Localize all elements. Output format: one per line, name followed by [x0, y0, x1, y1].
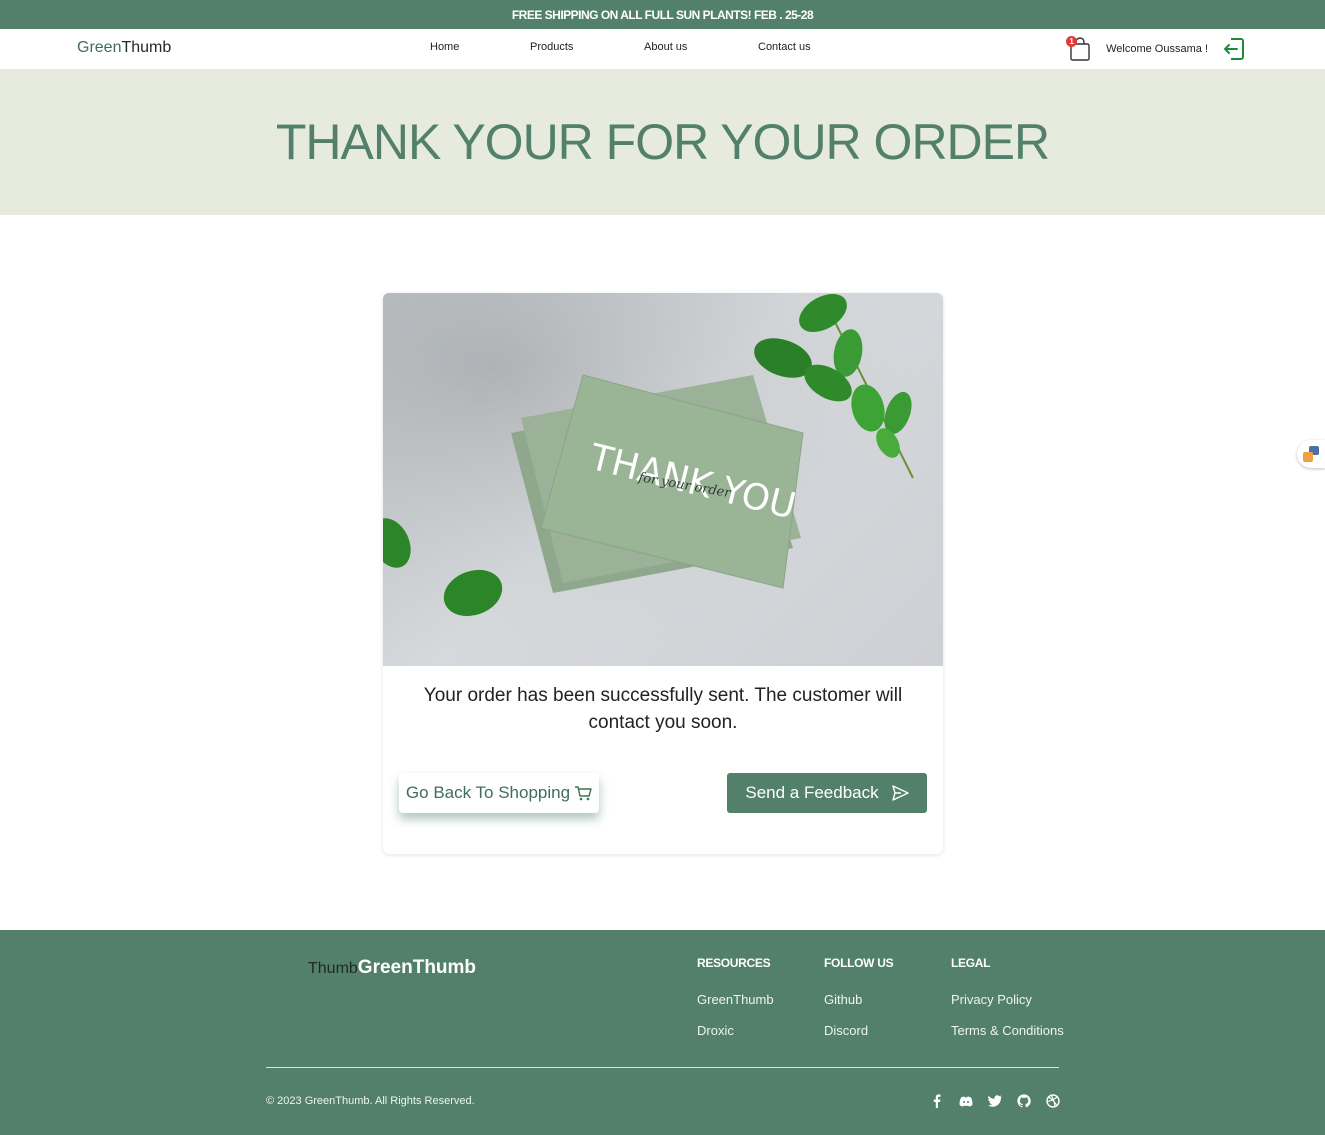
nav-contact-us[interactable]: Contact us — [758, 41, 811, 53]
footer-divider — [266, 1067, 1059, 1068]
nav-home[interactable]: Home — [430, 41, 459, 53]
welcome-text: Welcome Oussama ! — [1106, 43, 1208, 55]
footer-link-greenthumb[interactable]: GreenThumb — [697, 992, 774, 1007]
send-icon — [891, 785, 909, 801]
footer-logo-prefix: Thumb — [308, 960, 358, 977]
footer-link-terms[interactable]: Terms & Conditions — [951, 1023, 1064, 1038]
nav-user-area: 1 Welcome Oussama ! — [1066, 35, 1246, 63]
footer: ThumbGreenThumb RESOURCES GreenThumb Dro… — [0, 930, 1325, 1135]
footer-link-privacy[interactable]: Privacy Policy — [951, 992, 1064, 1007]
shopping-cart-icon — [574, 785, 592, 801]
footer-logo[interactable]: ThumbGreenThumb — [308, 957, 476, 979]
order-success-message: Your order has been successfully sent. T… — [423, 685, 903, 733]
github-icon[interactable] — [1017, 1094, 1031, 1108]
thank-you-card-illustration: THANK YOU for your order — [383, 293, 943, 666]
nav-about-us[interactable]: About us — [644, 41, 687, 53]
nav-products[interactable]: Products — [530, 41, 573, 53]
footer-legal-title: LEGAL — [951, 956, 991, 970]
go-back-shopping-button[interactable]: Go Back To Shopping — [399, 773, 599, 813]
dribbble-icon[interactable] — [1046, 1094, 1060, 1108]
facebook-icon[interactable] — [930, 1094, 944, 1108]
discord-icon[interactable] — [959, 1094, 973, 1108]
footer-link-droxic[interactable]: Droxic — [697, 1023, 774, 1038]
footer-logo-text: GreenThumb — [357, 957, 477, 978]
page-title: THANK YOUR FOR YOUR ORDER — [275, 114, 1050, 170]
translate-icon — [1303, 446, 1319, 462]
footer-resources: RESOURCES GreenThumb Droxic — [697, 956, 774, 1054]
logout-button[interactable] — [1222, 36, 1246, 62]
translate-widget[interactable] — [1297, 440, 1325, 468]
promo-banner: FREE SHIPPING ON ALL FULL SUN PLANTS! FE… — [0, 0, 1325, 29]
social-links — [930, 1094, 1060, 1108]
footer-follow-us: FOLLOW US Github Discord — [824, 956, 894, 1054]
hero-banner: THANK YOUR FOR YOUR ORDER — [0, 69, 1325, 215]
footer-resources-title: RESOURCES — [697, 956, 771, 970]
navbar: GreenThumb Home Products About us Contac… — [0, 29, 1325, 69]
logout-icon — [1224, 38, 1244, 60]
footer-legal: LEGAL Privacy Policy Terms & Conditions — [951, 956, 1064, 1054]
copyright-text: © 2023 GreenThumb. All Rights Reserved. — [266, 1095, 475, 1107]
promo-text: FREE SHIPPING ON ALL FULL SUN PLANTS! FE… — [511, 7, 814, 22]
thank-you-image: THANK YOU for your order — [383, 293, 943, 666]
send-feedback-button[interactable]: Send a Feedback — [727, 773, 927, 813]
send-feedback-label: Send a Feedback — [745, 783, 879, 802]
cart-button[interactable]: 1 — [1066, 36, 1092, 62]
twitter-icon[interactable] — [988, 1094, 1002, 1108]
footer-link-discord[interactable]: Discord — [824, 1023, 893, 1038]
go-back-shopping-label: Go Back To Shopping — [405, 783, 571, 802]
footer-link-github[interactable]: Github — [824, 992, 893, 1007]
footer-follow-title: FOLLOW US — [824, 956, 894, 970]
order-confirmation-card: THANK YOU for your order Your order has … — [383, 293, 943, 854]
